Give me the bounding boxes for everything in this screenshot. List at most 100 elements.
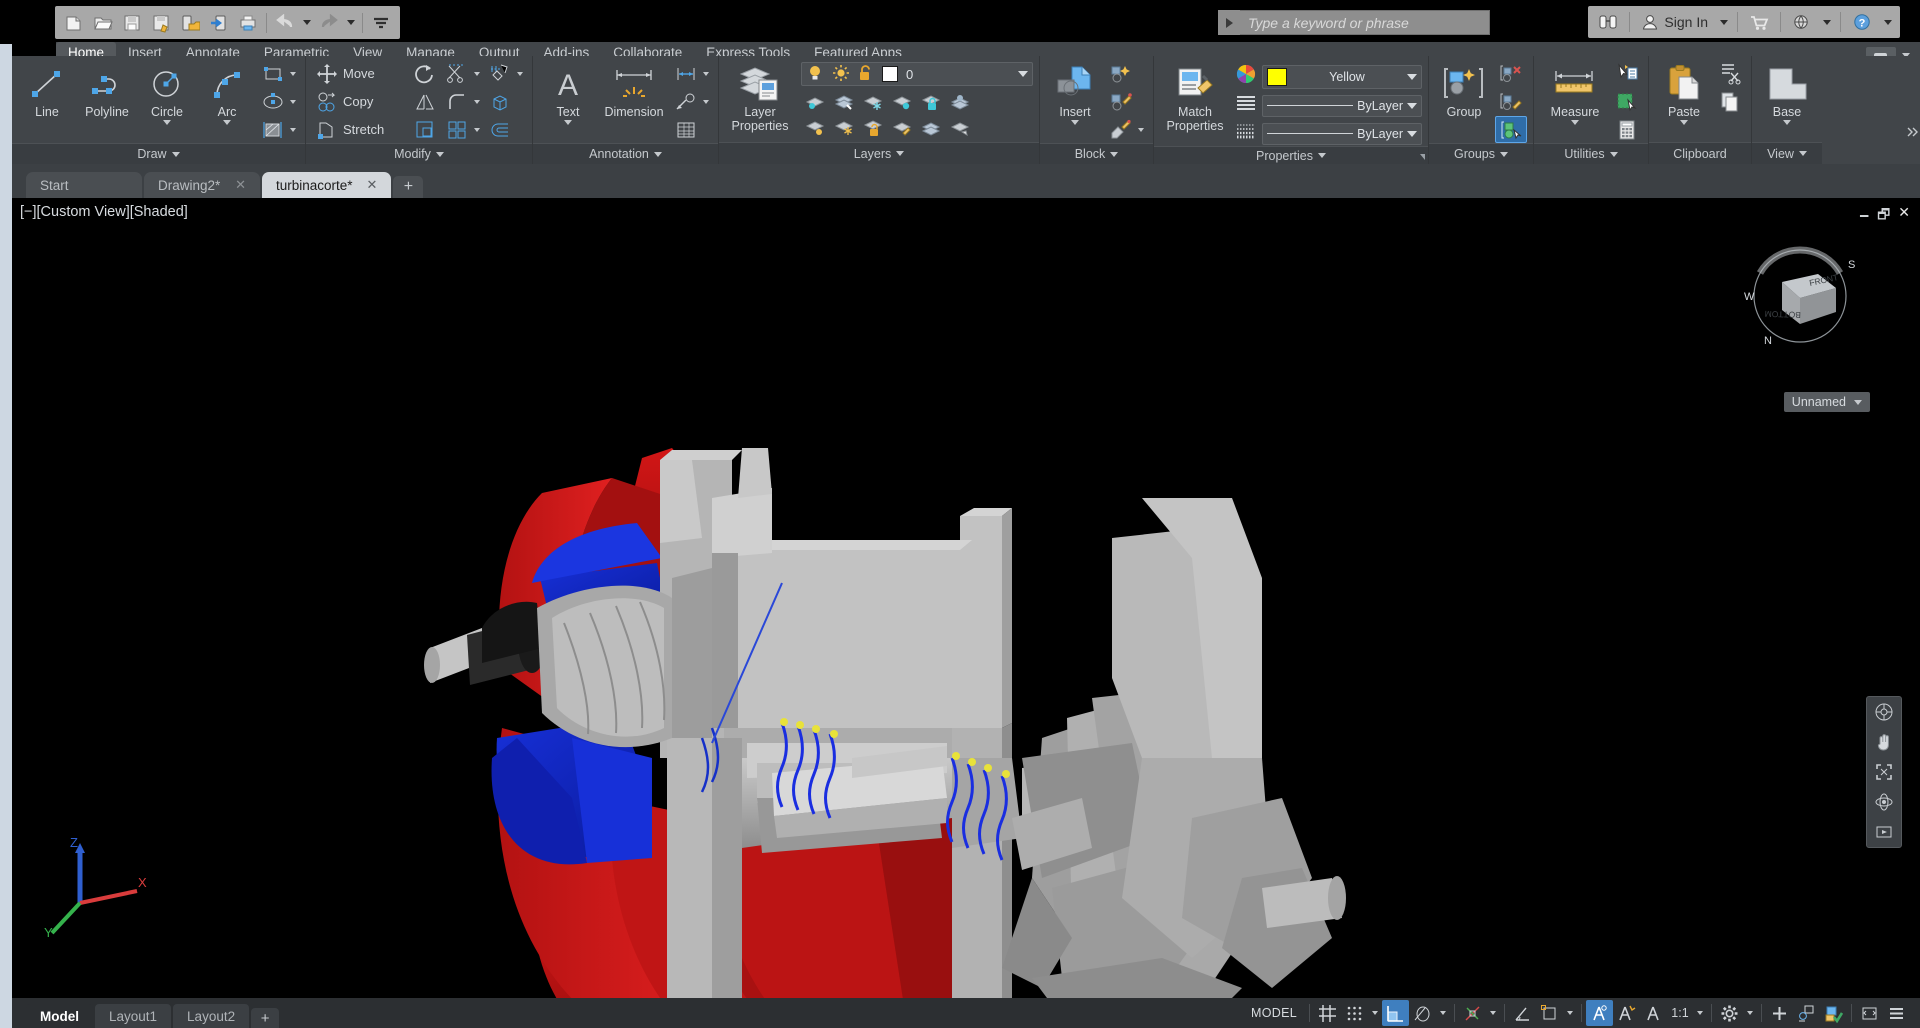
cut-button[interactable] xyxy=(1715,60,1745,87)
file-tab-drawing2-close-icon[interactable]: ✕ xyxy=(235,177,246,193)
layer-match-icon[interactable] xyxy=(888,115,916,140)
open-from-web-mobile-icon[interactable] xyxy=(206,9,232,36)
polar-tracking-button[interactable] xyxy=(1409,1000,1436,1026)
draw-arc-button[interactable]: Arc xyxy=(198,60,256,125)
layer-unlock-icon[interactable] xyxy=(859,115,887,140)
stay-connected-dropdown-icon[interactable] xyxy=(1819,8,1835,36)
ungroup-button[interactable] xyxy=(1495,60,1527,87)
file-tab-add-button[interactable]: + xyxy=(393,176,424,198)
annotation-leader-button[interactable] xyxy=(671,88,712,115)
object-snap-button[interactable] xyxy=(1536,1000,1563,1026)
orbit-icon[interactable] xyxy=(1871,791,1897,813)
sign-in-button[interactable]: Sign In xyxy=(1635,8,1714,36)
draw-rectangle-button[interactable] xyxy=(258,60,299,87)
modify-scale-button[interactable] xyxy=(410,116,440,143)
paste-dropdown-icon[interactable] xyxy=(1680,120,1688,125)
named-view-selector[interactable]: Unnamed xyxy=(1783,392,1870,412)
layer-turn-all-on-icon[interactable] xyxy=(801,115,829,140)
undo-dropdown-icon[interactable] xyxy=(301,9,313,36)
ribbon-panel-label-clipboard[interactable]: Clipboard xyxy=(1649,142,1751,164)
modify-erase-button[interactable] xyxy=(485,60,526,87)
steering-wheel-icon[interactable] xyxy=(1871,701,1897,723)
customize-qat-icon[interactable] xyxy=(368,9,394,36)
isometric-drafting-button[interactable] xyxy=(1509,1000,1536,1026)
sun-icon[interactable] xyxy=(832,64,850,85)
search-input[interactable] xyxy=(1240,10,1490,35)
show-motion-icon[interactable] xyxy=(1871,821,1897,843)
measure-button[interactable]: Measure xyxy=(1540,60,1610,125)
ribbon-panel-label-groups[interactable]: Groups xyxy=(1429,143,1533,164)
layer-current-combo[interactable]: 0 xyxy=(801,62,1033,86)
linetype-combo[interactable]: ByLayer xyxy=(1262,94,1422,117)
clean-screen-button[interactable] xyxy=(1856,1000,1883,1026)
linetype-caret-icon[interactable] xyxy=(1407,102,1417,109)
object-snap-tracking-dropdown-icon[interactable] xyxy=(1486,1000,1500,1026)
layout-tab-layout1[interactable]: Layout1 xyxy=(95,1004,172,1028)
draw-circle-button[interactable]: Circle xyxy=(138,60,196,125)
annotation-dimension-button[interactable]: Dimension xyxy=(599,60,669,119)
copy-clip-button[interactable] xyxy=(1715,88,1745,115)
annotation-linear-button[interactable] xyxy=(671,60,712,87)
layer-freeze-icon[interactable] xyxy=(859,89,887,114)
ribbon-panel-label-utilities[interactable]: Utilities xyxy=(1534,143,1648,164)
application-menu-area[interactable] xyxy=(12,0,56,44)
modify-array-button[interactable] xyxy=(442,116,483,143)
unlock-icon[interactable] xyxy=(858,64,874,85)
search-help-button[interactable] xyxy=(1592,8,1624,36)
lightbulb-on-icon[interactable] xyxy=(806,64,824,85)
modify-mirror-button[interactable] xyxy=(410,88,440,115)
sign-in-dropdown-icon[interactable] xyxy=(1716,8,1732,36)
snap-mode-button[interactable] xyxy=(1341,1000,1368,1026)
modify-offset-button[interactable] xyxy=(485,116,526,143)
annotation-visibility-button[interactable] xyxy=(1586,1000,1613,1026)
app-store-icon[interactable] xyxy=(1743,8,1775,36)
save-as-icon[interactable] xyxy=(148,9,174,36)
modify-trim-button[interactable] xyxy=(442,60,483,87)
workspace-switching-button[interactable] xyxy=(1716,1000,1743,1026)
snap-mode-dropdown-icon[interactable] xyxy=(1368,1000,1382,1026)
layout-tab-layout2[interactable]: Layout2 xyxy=(173,1004,250,1028)
properties-panel-expander-icon[interactable] xyxy=(1420,154,1425,160)
redo-icon[interactable] xyxy=(316,9,342,36)
draw-polyline-button[interactable]: Polyline xyxy=(78,60,136,119)
measure-dropdown-icon[interactable] xyxy=(1571,120,1579,125)
match-properties-button[interactable]: Match Properties xyxy=(1160,60,1230,133)
layer-thaw-all-icon[interactable] xyxy=(830,115,858,140)
file-tab-turbinacorte[interactable]: turbinacorte* ✕ xyxy=(262,172,392,198)
modify-copy-button[interactable]: Copy xyxy=(312,88,408,115)
block-create-button[interactable] xyxy=(1106,60,1147,87)
layer-combo-caret-icon[interactable] xyxy=(1018,71,1028,77)
draw-ellipse-button[interactable] xyxy=(258,88,299,115)
draw-hatch-button[interactable] xyxy=(258,116,299,143)
ortho-mode-button[interactable] xyxy=(1382,1000,1409,1026)
layer-properties-button[interactable]: Layer Properties xyxy=(725,60,795,133)
open-drawing-icon[interactable] xyxy=(90,9,116,36)
model-space-button[interactable]: MODEL xyxy=(1243,1000,1305,1026)
layer-off-icon[interactable] xyxy=(888,89,916,114)
ribbon-panel-label-annotation[interactable]: Annotation xyxy=(533,143,718,164)
help-dropdown-icon[interactable] xyxy=(1880,8,1896,36)
layer-color-swatch[interactable] xyxy=(882,66,898,82)
object-snap-dropdown-icon[interactable] xyxy=(1563,1000,1577,1026)
modify-explode-button[interactable] xyxy=(485,88,526,115)
block-edit-attribute-button[interactable] xyxy=(1106,116,1147,143)
zoom-extents-icon[interactable] xyxy=(1871,761,1897,783)
select-similar-button[interactable] xyxy=(1612,88,1642,115)
ribbon-panel-label-draw[interactable]: Draw xyxy=(12,143,305,164)
object-color-caret-icon[interactable] xyxy=(1407,73,1417,80)
layout-add-button[interactable]: + xyxy=(251,1008,280,1028)
autoscale-button[interactable] xyxy=(1613,1000,1640,1026)
customization-button[interactable] xyxy=(1766,1000,1793,1026)
annotation-text-dropdown-icon[interactable] xyxy=(564,120,572,125)
group-edit-button[interactable] xyxy=(1495,88,1527,115)
lineweight-caret-icon[interactable] xyxy=(1407,130,1417,137)
draw-line-button[interactable]: Line xyxy=(18,60,76,119)
polar-tracking-dropdown-icon[interactable] xyxy=(1436,1000,1450,1026)
search-expand-icon[interactable] xyxy=(1218,10,1240,35)
redo-dropdown-icon[interactable] xyxy=(345,9,357,36)
named-view-caret-icon[interactable] xyxy=(1854,399,1862,405)
undo-icon[interactable] xyxy=(272,9,298,36)
draw-circle-dropdown-icon[interactable] xyxy=(163,120,171,125)
object-color-combo[interactable]: Yellow xyxy=(1262,64,1422,89)
plot-icon[interactable] xyxy=(235,9,261,36)
